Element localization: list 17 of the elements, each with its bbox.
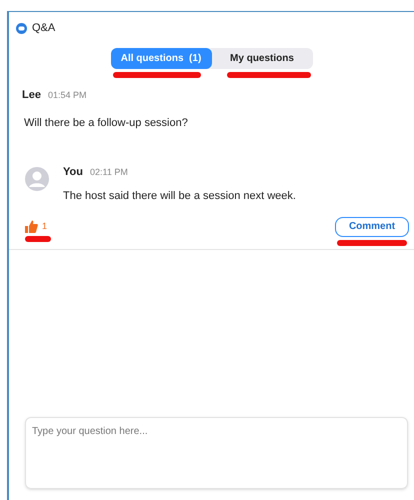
- timestamp: 02:11 PM: [90, 166, 128, 178]
- answer-text: The host said there will be a session next week.: [63, 189, 296, 204]
- marker-stroke: [25, 236, 51, 242]
- marker-stroke: [337, 240, 407, 246]
- tab[interactable]: My questions: [212, 48, 312, 68]
- app-logo-icon: [16, 22, 27, 34]
- thumbs-up-icon[interactable]: [25, 220, 38, 233]
- comment-button[interactable]: Comment: [335, 216, 409, 236]
- question-text: Will there be a follow-up session?: [23, 116, 189, 131]
- author-name: You: [63, 164, 83, 180]
- timestamp: 01:54 PM: [48, 88, 86, 102]
- like-count: 1: [42, 220, 48, 233]
- avatar-icon: [25, 166, 49, 190]
- window-title: Q&A: [32, 21, 56, 36]
- author-name: Lee: [22, 88, 41, 102]
- tab[interactable]: All questions (1): [110, 48, 212, 68]
- question-input[interactable]: Type your question here...: [25, 417, 408, 489]
